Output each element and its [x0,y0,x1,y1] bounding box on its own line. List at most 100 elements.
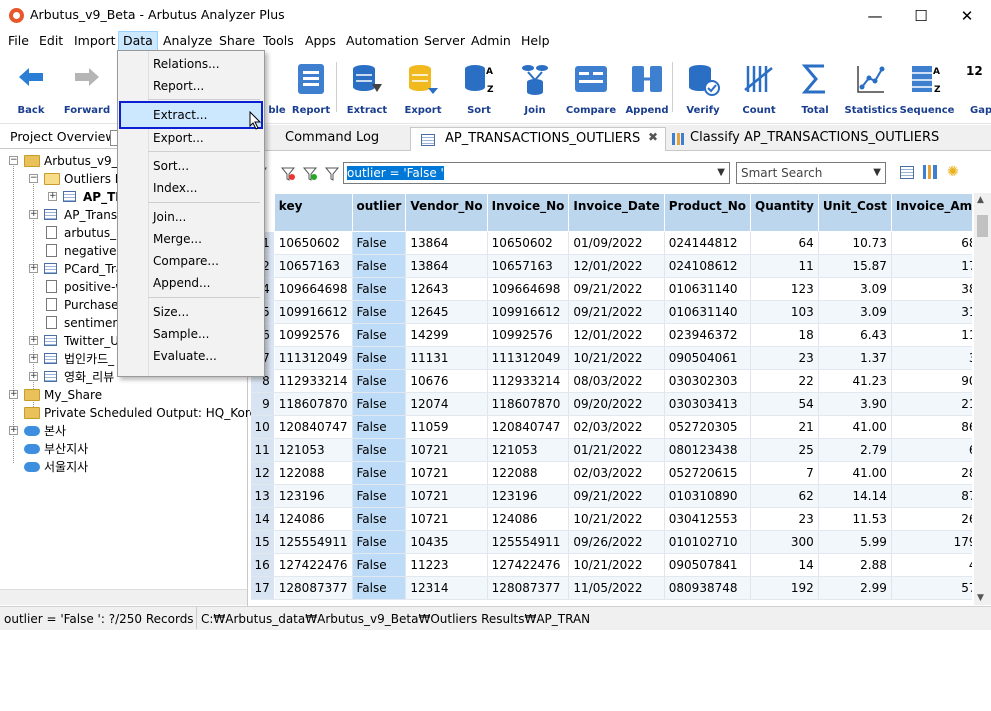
menu-server[interactable]: Server [420,31,469,51]
menu-file[interactable]: File [4,31,33,51]
cell-unit-cost[interactable]: 3.09 [818,277,892,301]
menu-edit[interactable]: Edit [35,31,67,51]
menu-item-evaluate[interactable]: Evaluate... [153,346,217,366]
column-header-outlier[interactable]: outlier [351,193,407,232]
cell-key[interactable]: 121053 [274,438,353,462]
cell-invoice-no[interactable]: 111312049 [487,346,570,370]
cell-invoice-amount[interactable]: 318.27 [891,300,972,324]
cell-product-no[interactable]: 024108612 [664,254,752,278]
menu-item-join[interactable]: Join... [153,207,186,227]
cell-unit-cost[interactable]: 3.90 [818,392,892,416]
row-number[interactable]: 10 [250,415,275,439]
cell-product-no[interactable]: 030303413 [664,392,752,416]
cell-invoice-amount[interactable]: 115.74 [891,323,972,347]
cell-vendor-no[interactable]: 14299 [405,323,488,347]
cell-invoice-no[interactable]: 118607870 [487,392,570,416]
column-header-invoice-amount[interactable]: Invoice_Amount [890,193,972,232]
tree-item-my-share[interactable]: My_Share [44,386,102,404]
cell-key[interactable]: 111312049 [274,346,353,370]
cell-invoice-date[interactable]: 01/09/2022 [568,231,665,255]
tree-item[interactable]: Purchase_ [64,296,125,314]
scroll-thumb[interactable] [977,215,988,237]
menu-admin[interactable]: Admin [467,31,515,51]
filter-buttons[interactable] [252,166,342,182]
cell-invoice-amount[interactable]: 265.19 [891,507,972,531]
cell-invoice-no[interactable]: 10650602 [487,231,570,255]
count-button[interactable]: Count [732,58,786,122]
cell-key[interactable]: 10650602 [274,231,353,255]
cell-outlier[interactable]: False [352,323,407,347]
collapse-icon[interactable]: − [9,156,18,165]
cell-unit-cost[interactable]: 41.00 [818,461,892,485]
left-horizontal-scrollbar[interactable] [0,589,247,605]
menu-item-size[interactable]: Size... [153,302,189,322]
maximize-button[interactable]: ☐ [898,0,944,31]
cell-vendor-no[interactable]: 10721 [405,438,488,462]
menu-data[interactable]: Data [118,31,158,51]
cell-quantity[interactable]: 11 [750,254,819,278]
column-header-quantity[interactable]: Quantity [750,193,819,232]
cell-outlier[interactable]: False [352,438,407,462]
cell-quantity[interactable]: 300 [750,530,819,554]
cell-invoice-amount[interactable]: 907.06 [891,369,972,393]
cell-invoice-amount[interactable]: 686.72 [891,231,972,255]
cell-quantity[interactable]: 14 [750,553,819,577]
cell-key[interactable]: 120840747 [274,415,353,439]
cell-quantity[interactable]: 18 [750,323,819,347]
table-row[interactable]: 16 127422476 False 11223 127422476 10/21/2022… [250,553,972,577]
cell-unit-cost[interactable]: 15.87 [818,254,892,278]
cell-unit-cost[interactable]: 1.37 [818,346,892,370]
gaps-button[interactable]: 12 Gap [956,58,991,122]
expand-icon[interactable]: + [29,354,38,363]
cell-unit-cost[interactable]: 41.23 [818,369,892,393]
cell-key[interactable]: 123196 [274,484,353,508]
table-row[interactable]: 7 111312049 False 11131 111312049 10/21/2022 0… [250,346,972,370]
cell-invoice-date[interactable]: 10/21/2022 [568,346,665,370]
tree-item-scheduled-output[interactable]: Private Scheduled Output: HQ_Korea [44,404,264,422]
tab-command-log[interactable]: Command Log [250,127,379,151]
forward-button[interactable]: Forward [60,58,114,122]
tree-item[interactable]: sentiment [64,314,125,332]
cell-invoice-date[interactable]: 09/26/2022 [568,530,665,554]
cell-unit-cost[interactable]: 6.43 [818,323,892,347]
menu-import[interactable]: Import [70,31,120,51]
menu-analyze[interactable]: Analyze [159,31,216,51]
cell-outlier[interactable]: False [352,300,407,324]
cell-vendor-no[interactable]: 11131 [405,346,488,370]
cell-quantity[interactable]: 25 [750,438,819,462]
report-button[interactable]: Report [284,58,338,122]
cell-invoice-date[interactable]: 10/21/2022 [568,553,665,577]
cell-outlier[interactable]: False [352,254,407,278]
table-row[interactable]: 11 121053 False 10721 121053 01/21/2022 080123… [250,438,972,462]
table-row[interactable]: 10 120840747 False 11059 120840747 02/03/2022… [250,415,972,439]
cell-product-no[interactable]: 090507841 [664,553,752,577]
cell-vendor-no[interactable]: 13864 [405,231,488,255]
cell-key[interactable]: 112933214 [274,369,353,393]
cell-product-no[interactable]: 010631140 [664,277,752,301]
cell-key[interactable]: 109664698 [274,277,353,301]
table-row[interactable]: 5 109916612 False 12645 109916612 09/21/2022 0… [250,300,972,324]
row-number[interactable]: 9 [250,392,275,416]
menu-automation[interactable]: Automation [342,31,423,51]
menu-tools[interactable]: Tools [259,31,298,51]
cell-outlier[interactable]: False [352,461,407,485]
cell-invoice-no[interactable]: 112933214 [487,369,570,393]
cell-quantity[interactable]: 103 [750,300,819,324]
join-button[interactable]: Join [508,58,562,122]
cell-invoice-date[interactable]: 09/21/2022 [568,484,665,508]
column-header-vendor-no[interactable]: Vendor_No [405,193,488,232]
menu-item-merge[interactable]: Merge... [153,229,202,249]
cell-vendor-no[interactable]: 12643 [405,277,488,301]
cell-vendor-no[interactable]: 10435 [405,530,488,554]
row-number[interactable]: 11 [250,438,275,462]
row-number[interactable]: 15 [250,530,275,554]
back-button[interactable]: Back [4,58,58,122]
cell-product-no[interactable]: 052720615 [664,461,752,485]
menu-share[interactable]: Share [215,31,259,51]
cell-quantity[interactable]: 123 [750,277,819,301]
cell-invoice-no[interactable]: 128087377 [487,576,570,600]
tab-classify[interactable]: Classify AP_TRANSACTIONS_OUTLIERS [668,127,939,151]
cell-key[interactable]: 10657163 [274,254,353,278]
chart-view-icon[interactable] [923,165,937,179]
cell-invoice-amount[interactable]: 40.32 [891,553,972,577]
